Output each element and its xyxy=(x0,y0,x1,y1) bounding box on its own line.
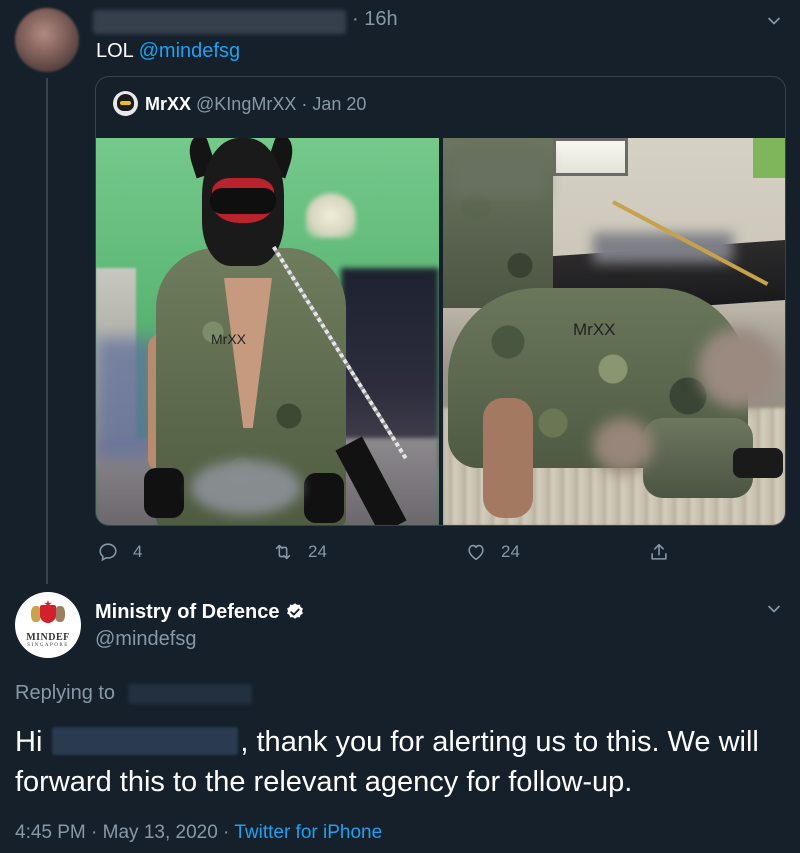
timestamp-text[interactable]: 4:45 PM · May 13, 2020 · xyxy=(15,822,234,843)
tweet-text-prefix: LOL xyxy=(96,40,139,62)
tweet-actions: 4 24 24 xyxy=(95,538,775,568)
author-name[interactable]: Ministry of Defence xyxy=(95,600,305,624)
quoted-name: MrXX xyxy=(145,94,192,114)
reply-icon xyxy=(99,543,117,562)
verified-icon xyxy=(287,603,304,619)
replying-to-label: Replying to xyxy=(15,682,116,704)
crest-icon xyxy=(31,600,65,628)
tweet-body: Hi, thank you for alerting us to this. W… xyxy=(15,722,795,802)
thread-line xyxy=(46,78,48,584)
like-button[interactable]: 24 xyxy=(465,541,520,563)
quoted-meta: @KIngMrXX · Jan 20 xyxy=(196,94,367,114)
quoted-avatar xyxy=(113,91,138,116)
redacted-mention[interactable] xyxy=(52,727,239,755)
share-button[interactable] xyxy=(648,541,670,563)
like-icon xyxy=(468,544,484,561)
chevron-down-icon[interactable] xyxy=(767,14,781,28)
tweet-time[interactable]: · 16h xyxy=(352,8,398,31)
tweet-timestamp: 4:45 PM · May 13, 2020 · Twitter for iPh… xyxy=(15,821,382,845)
quoted-tweet-card[interactable]: MrXX @KIngMrXX · Jan 20 MrXX MrXX xyxy=(95,76,786,526)
redacted-reply-handle[interactable] xyxy=(128,684,252,704)
like-count: 24 xyxy=(501,542,520,561)
mention-link[interactable]: @mindefsg xyxy=(139,40,240,62)
reply-button[interactable]: 4 xyxy=(97,541,142,563)
photo-watermark: MrXX xyxy=(573,320,616,339)
avatar-logo-subtext: SINGAPORE xyxy=(27,643,69,648)
avatar-logo-text: MINDEF xyxy=(26,632,70,643)
retweet-count: 24 xyxy=(308,542,327,561)
share-icon xyxy=(651,543,667,560)
quoted-photo-left[interactable]: MrXX xyxy=(96,138,439,525)
source-link[interactable]: Twitter for iPhone xyxy=(234,822,382,843)
photo-watermark: MrXX xyxy=(211,331,246,347)
chevron-down-icon[interactable] xyxy=(767,602,781,616)
tweet-avatar[interactable] xyxy=(15,8,79,72)
retweet-icon xyxy=(275,544,291,560)
quoted-header: MrXX @KIngMrXX · Jan 20 xyxy=(145,92,366,116)
author-handle[interactable]: @mindefsg xyxy=(95,627,196,651)
redacted-user-name xyxy=(93,10,346,34)
tweet-text: LOL @mindefsg xyxy=(96,38,240,64)
author-name-text[interactable]: Ministry of Defence xyxy=(95,600,279,624)
body-greeting: Hi xyxy=(15,726,43,758)
mindef-avatar[interactable]: MINDEF SINGAPORE xyxy=(15,592,81,658)
reply-count: 4 xyxy=(133,542,143,561)
quoted-photo-right[interactable]: MrXX xyxy=(443,138,785,525)
retweet-button[interactable]: 24 xyxy=(272,541,327,563)
